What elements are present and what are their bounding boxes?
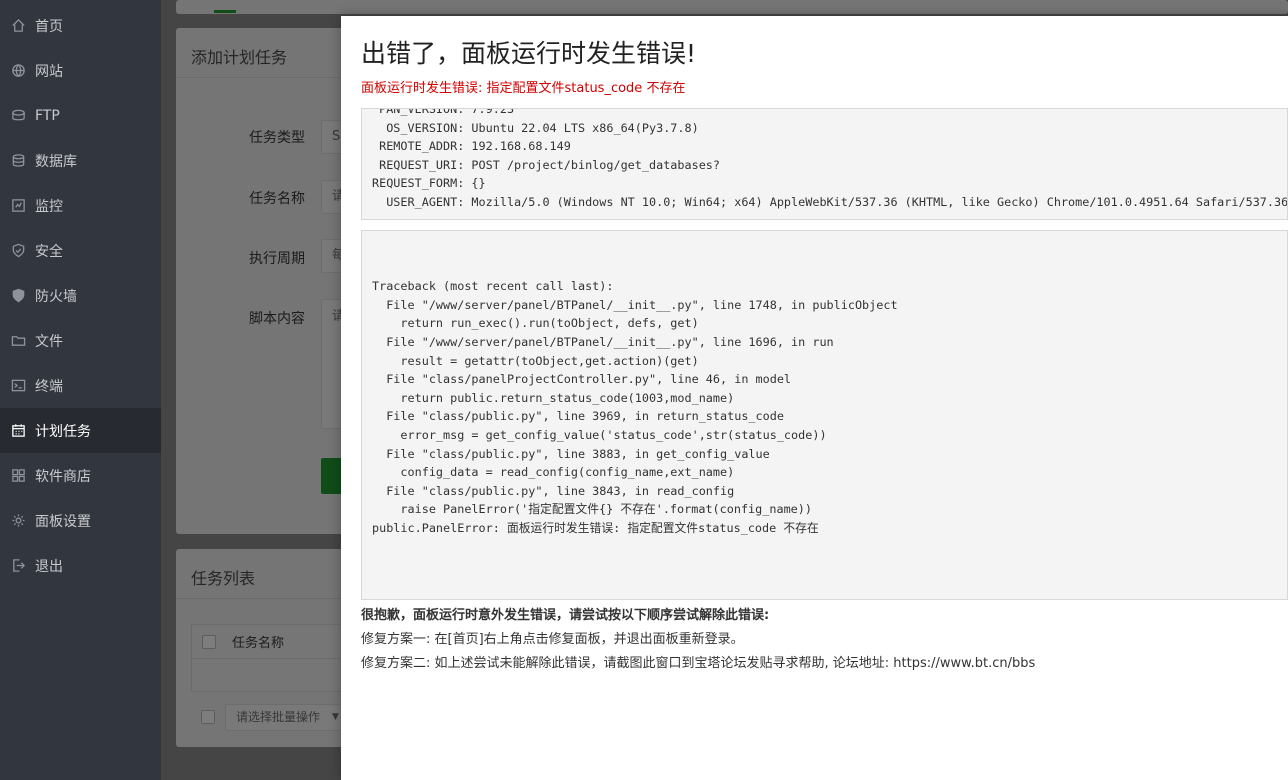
sidebar-item-label: 首页 bbox=[35, 18, 63, 35]
sidebar-item-label: 计划任务 bbox=[35, 423, 91, 440]
sidebar-item-label: 防火墙 bbox=[35, 288, 77, 305]
sidebar-item-5[interactable]: 安全 bbox=[0, 228, 161, 273]
globe-icon bbox=[10, 63, 26, 79]
code-line: USER_AGENT: Mozilla/5.0 (Windows NT 10.0… bbox=[372, 194, 1288, 209]
sidebar-item-label: 退出 bbox=[35, 558, 63, 575]
code-line: return public.return_status_code(1003,mo… bbox=[372, 390, 735, 405]
code-line: File "/www/server/panel/BTPanel/__init__… bbox=[372, 334, 834, 349]
fix-option-2: 修复方案二: 如上述尝试未能解除此错误，请截图此窗口到宝塔论坛发贴寻求帮助, 论… bbox=[361, 656, 1036, 671]
code-line: PAN_VERSION: 7.9.23 bbox=[372, 108, 515, 116]
grid-icon bbox=[10, 468, 26, 484]
environment-info-box: PAN_VERSION: 7.9.23 OS_VERSION: Ubuntu 2… bbox=[361, 108, 1288, 220]
code-line: File "class/public.py", line 3883, in ge… bbox=[372, 446, 770, 461]
folder-icon bbox=[10, 333, 26, 349]
modal-subtitle: 面板运行时发生错误: 指定配置文件status_code 不存在 bbox=[361, 81, 686, 96]
sidebar-item-6[interactable]: 防火墙 bbox=[0, 273, 161, 318]
code-line: REQUEST_URI: POST /project/binlog/get_da… bbox=[372, 157, 721, 172]
sidebar-item-9[interactable]: 计划任务 bbox=[0, 408, 161, 453]
modal-title: 出错了，面板运行时发生错误! bbox=[361, 39, 697, 68]
logout-icon bbox=[10, 558, 26, 574]
sidebar-item-1[interactable]: 网站 bbox=[0, 48, 161, 93]
error-modal: 出错了，面板运行时发生错误! 面板运行时发生错误: 指定配置文件status_c… bbox=[341, 16, 1288, 780]
sidebar-item-0[interactable]: 首页 bbox=[0, 3, 161, 48]
code-line: Traceback (most recent call last): bbox=[372, 279, 614, 294]
sidebar-item-label: 数据库 bbox=[35, 153, 77, 170]
home-icon bbox=[10, 18, 26, 34]
sidebar-item-12[interactable]: 退出 bbox=[0, 543, 161, 588]
code-line: File "class/public.py", line 3969, in re… bbox=[372, 409, 784, 424]
sidebar-item-4[interactable]: 监控 bbox=[0, 183, 161, 228]
ftp-icon bbox=[10, 108, 26, 124]
sidebar: 首页网站 FTP 数据库监控安全防火墙文件终端计划任务软件商店面板设置退出 bbox=[0, 0, 161, 780]
firewall-shield-icon bbox=[10, 288, 26, 304]
sidebar-item-label: 安全 bbox=[35, 243, 63, 260]
code-line: return run_exec().run(toObject, defs, ge… bbox=[372, 316, 699, 331]
code-line: config_data = read_config(config_name,ex… bbox=[372, 465, 735, 480]
code-line: raise PanelError('指定配置文件{} 不存在'.format(c… bbox=[372, 502, 812, 517]
code-line: REQUEST_FORM: {} bbox=[372, 176, 486, 191]
terminal-icon bbox=[10, 378, 26, 394]
calendar-icon bbox=[10, 423, 26, 439]
help-heading: 很抱歉，面板运行时意外发生错误，请尝试按以下顺序尝试解除此错误: bbox=[361, 608, 770, 623]
database-icon bbox=[10, 153, 26, 169]
code-line: error_msg = get_config_value('status_cod… bbox=[372, 427, 827, 442]
fix-option-1: 修复方案一: 在[首页]右上角点击修复面板，并退出面板重新登录。 bbox=[361, 632, 744, 647]
code-line: result = getattr(toObject,get.action)(ge… bbox=[372, 353, 699, 368]
code-line: File "class/public.py", line 3843, in re… bbox=[372, 483, 735, 498]
code-line: REMOTE_ADDR: 192.168.68.149 bbox=[372, 139, 571, 154]
sidebar-item-2[interactable]: FTP bbox=[0, 93, 161, 138]
code-line: File "/www/server/panel/BTPanel/__init__… bbox=[372, 297, 898, 312]
sidebar-item-label: 终端 bbox=[35, 378, 63, 395]
code-line: public.PanelError: 面板运行时发生错误: 指定配置文件stat… bbox=[372, 520, 819, 535]
sidebar-item-11[interactable]: 面板设置 bbox=[0, 498, 161, 543]
sidebar-item-label: 网站 bbox=[35, 63, 63, 80]
sidebar-item-label: 软件商店 bbox=[35, 468, 91, 485]
sidebar-item-3[interactable]: 数据库 bbox=[0, 138, 161, 183]
sidebar-item-8[interactable]: 终端 bbox=[0, 363, 161, 408]
sidebar-item-7[interactable]: 文件 bbox=[0, 318, 161, 363]
sidebar-item-label: 文件 bbox=[35, 333, 63, 350]
sidebar-item-label: 面板设置 bbox=[35, 513, 91, 530]
shield-check-icon bbox=[10, 243, 26, 259]
gear-icon bbox=[10, 513, 26, 529]
sidebar-item-label: 监控 bbox=[35, 198, 63, 215]
sidebar-item-10[interactable]: 软件商店 bbox=[0, 453, 161, 498]
code-line: OS_VERSION: Ubuntu 22.04 LTS x86_64(Py3.… bbox=[372, 120, 699, 135]
sidebar-item-label: FTP bbox=[35, 107, 60, 124]
code-line: File "class/panelProjectController.py", … bbox=[372, 372, 792, 387]
traceback-box: Traceback (most recent call last): File … bbox=[361, 230, 1288, 600]
monitor-icon bbox=[10, 198, 26, 214]
